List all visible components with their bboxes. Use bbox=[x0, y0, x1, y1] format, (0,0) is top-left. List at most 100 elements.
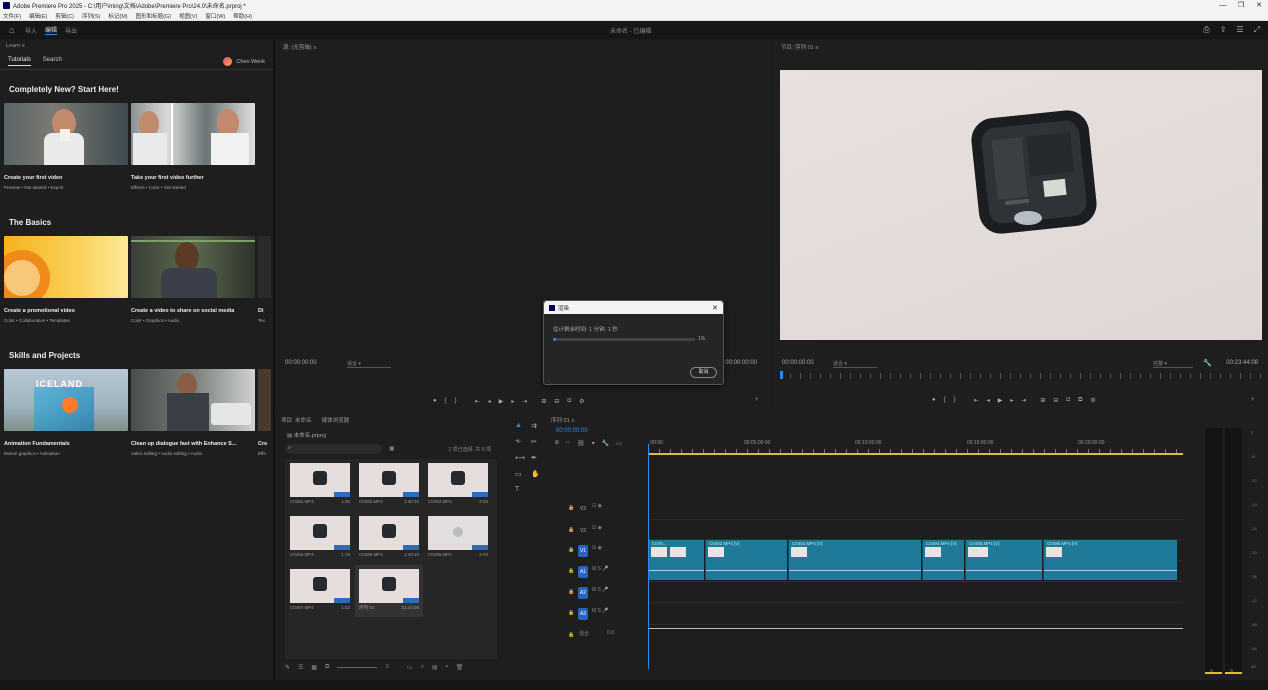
tutorial-card[interactable]: Take your first video further Effects • … bbox=[131, 103, 255, 190]
menu-window[interactable]: 窗口(W) bbox=[205, 12, 225, 20]
lift-icon[interactable]: ⊞ bbox=[1040, 397, 1045, 404]
project-clip[interactable]: C0497.MP4 1:52 bbox=[290, 569, 350, 613]
track-select-icon[interactable]: ⇉ bbox=[531, 422, 537, 430]
share-icon[interactable]: ⇪ bbox=[1220, 25, 1227, 35]
tutorial-card[interactable]: Di Tex bbox=[258, 236, 271, 323]
fullscreen-icon[interactable]: ⤢ bbox=[1254, 25, 1260, 35]
solo-left-button[interactable]: S bbox=[1210, 668, 1213, 673]
audio-clip[interactable] bbox=[788, 561, 921, 580]
lock-icon[interactable]: 🔒 bbox=[568, 589, 574, 595]
tab-tutorials[interactable]: Tutorials bbox=[8, 57, 31, 66]
sort-icon[interactable]: ≡ bbox=[385, 664, 389, 671]
video-clip[interactable]: C0495.MP4 [V] bbox=[965, 540, 1042, 561]
project-clip[interactable]: C0493.MP4 2:04 bbox=[428, 463, 488, 507]
timeline-playhead[interactable] bbox=[648, 444, 649, 669]
export-frame-icon[interactable]: ◘ bbox=[567, 398, 571, 405]
program-monitor-tab[interactable]: 节目: 序列 01 ≡ bbox=[781, 43, 818, 51]
audio-clip[interactable] bbox=[648, 561, 704, 580]
go-to-in-icon[interactable]: ⇤ bbox=[974, 397, 979, 404]
audio-clip[interactable] bbox=[705, 561, 787, 580]
go-to-in-icon[interactable]: ⇤ bbox=[475, 398, 480, 405]
program-quality-select[interactable]: 完整 ▾ bbox=[1153, 360, 1193, 368]
new-bin-icon[interactable]: ▤ bbox=[432, 664, 438, 671]
tutorial-card[interactable]: Create your first video Preview • Get st… bbox=[4, 103, 128, 190]
lock-icon[interactable]: 🔒 bbox=[568, 632, 574, 638]
trash-icon[interactable]: 🗑 bbox=[456, 664, 464, 671]
minimize-button[interactable]: — bbox=[1214, 0, 1232, 11]
list-view-icon[interactable]: ☰ bbox=[298, 664, 303, 671]
linked-selection-icon[interactable]: ⛓ bbox=[577, 440, 585, 447]
menu-graphics[interactable]: 图形和标题(G) bbox=[136, 12, 171, 20]
captions-icon[interactable]: ▭ bbox=[616, 440, 622, 447]
compare-icon[interactable]: ⧉ bbox=[1078, 397, 1082, 404]
insert-icon[interactable]: ⊞ bbox=[541, 398, 546, 405]
play-icon[interactable]: ▶ bbox=[998, 397, 1003, 404]
timeline-tab[interactable]: 序列 01 ≡ bbox=[551, 416, 574, 424]
step-back-icon[interactable]: ◂ bbox=[987, 397, 990, 404]
lock-icon[interactable]: 🔒 bbox=[568, 527, 574, 533]
workspace-edit[interactable]: 编辑 bbox=[45, 25, 58, 35]
new-item-icon[interactable]: ▪ bbox=[446, 664, 448, 671]
track-controls[interactable]: M S 🎤 bbox=[592, 587, 609, 593]
track-header-mix[interactable]: 🔒 混合 0.0 bbox=[547, 625, 647, 647]
tutorial-card[interactable]: ICELAND Animation Fundamentals Motion gr… bbox=[4, 369, 128, 456]
audio-clip[interactable] bbox=[1043, 561, 1177, 580]
razor-tool-icon[interactable]: ✂ bbox=[531, 438, 537, 446]
audio-clip[interactable] bbox=[922, 561, 964, 580]
lock-icon[interactable]: 🔒 bbox=[568, 610, 574, 616]
selection-tool-icon[interactable]: ▲ bbox=[515, 422, 522, 429]
user-profile[interactable]: Chen Wenk bbox=[223, 57, 265, 66]
project-clip[interactable]: C0491.MP4 1:30 bbox=[290, 463, 350, 507]
mark-out-icon[interactable]: } bbox=[455, 398, 457, 405]
menu-sequence[interactable]: 序列(S) bbox=[82, 12, 100, 20]
menu-view[interactable]: 视图(V) bbox=[179, 12, 197, 20]
dialog-close-icon[interactable]: ✕ bbox=[712, 304, 718, 312]
tutorial-card[interactable]: Cre Effe bbox=[258, 369, 271, 456]
extract-icon[interactable]: ⊟ bbox=[1053, 397, 1058, 404]
program-fit-select[interactable]: 适合 ▾ bbox=[833, 360, 877, 368]
tutorial-card[interactable]: Clean up dialogue fast with Enhance S...… bbox=[131, 369, 255, 456]
tutorial-card[interactable]: Create a video to share on social media … bbox=[131, 236, 255, 323]
video-clip[interactable]: C0493.MP4 [V] bbox=[788, 540, 921, 561]
slip-tool-icon[interactable]: ⟷ bbox=[515, 454, 525, 462]
video-clip[interactable]: C0492.MP4 [V] bbox=[705, 540, 787, 561]
ripple-edit-icon[interactable]: ⟛ bbox=[515, 438, 521, 446]
track-controls[interactable]: ⊡ ◉ bbox=[592, 525, 602, 531]
new-bin-icon[interactable]: ▣ bbox=[389, 445, 395, 452]
project-clip[interactable]: C0494.MP4 1:19 bbox=[290, 516, 350, 560]
project-search-input[interactable]: ⌕ bbox=[285, 444, 382, 454]
zoom-slider[interactable] bbox=[337, 664, 378, 668]
menu-help[interactable]: 帮助(H) bbox=[233, 12, 252, 20]
freeform-view-icon[interactable]: ⧉ bbox=[325, 664, 329, 671]
hand-tool-icon[interactable]: ✋ bbox=[531, 470, 540, 478]
find-icon[interactable]: ⌕ bbox=[421, 664, 424, 671]
panel-menu-icon[interactable]: ≡ bbox=[313, 45, 316, 51]
go-to-out-icon[interactable]: ⇥ bbox=[522, 398, 527, 405]
source-fit-select[interactable]: 适合 ▾ bbox=[347, 360, 391, 368]
snap-icon[interactable]: ∩ bbox=[566, 440, 570, 447]
lock-icon[interactable]: 🔒 bbox=[568, 505, 574, 511]
project-sequence[interactable]: 序列 01 23:44:08 bbox=[355, 565, 423, 617]
wrench-icon[interactable]: 🔧 bbox=[602, 440, 609, 447]
track-header-a3[interactable]: 🔒 A3 M S 🎤 bbox=[547, 603, 647, 625]
mark-out-icon[interactable]: } bbox=[954, 397, 956, 404]
lock-icon[interactable]: 🔒 bbox=[568, 568, 574, 574]
source-timecode-in[interactable]: 00:00:00:00 bbox=[285, 360, 317, 366]
wrench-icon[interactable]: 🔧 bbox=[1203, 359, 1212, 367]
timeline-timecode[interactable]: 00:00:00:00 bbox=[556, 428, 588, 434]
video-clip[interactable]: C0496.MP4 [V] bbox=[1043, 540, 1177, 561]
automate-icon[interactable]: ▭ bbox=[407, 664, 413, 671]
track-header-v2[interactable]: 🔒 V2 ⊡ ◉ bbox=[547, 520, 647, 542]
program-playhead[interactable] bbox=[780, 371, 783, 379]
source-add-button[interactable]: + bbox=[751, 397, 763, 403]
step-forward-icon[interactable]: ▸ bbox=[1010, 397, 1013, 404]
program-timecode-in[interactable]: 00:00:00:00 bbox=[782, 360, 814, 366]
nest-icon[interactable]: ⧈ bbox=[555, 440, 559, 447]
program-video-frame[interactable] bbox=[780, 70, 1262, 340]
panel-menu-icon[interactable]: ≡ bbox=[815, 45, 818, 51]
step-forward-icon[interactable]: ▸ bbox=[511, 398, 514, 405]
type-tool-icon[interactable]: T bbox=[515, 486, 519, 493]
mark-in-icon[interactable]: { bbox=[944, 397, 946, 404]
program-time-ruler[interactable] bbox=[780, 373, 1262, 379]
settings-icon[interactable]: ⚙ bbox=[579, 398, 584, 405]
